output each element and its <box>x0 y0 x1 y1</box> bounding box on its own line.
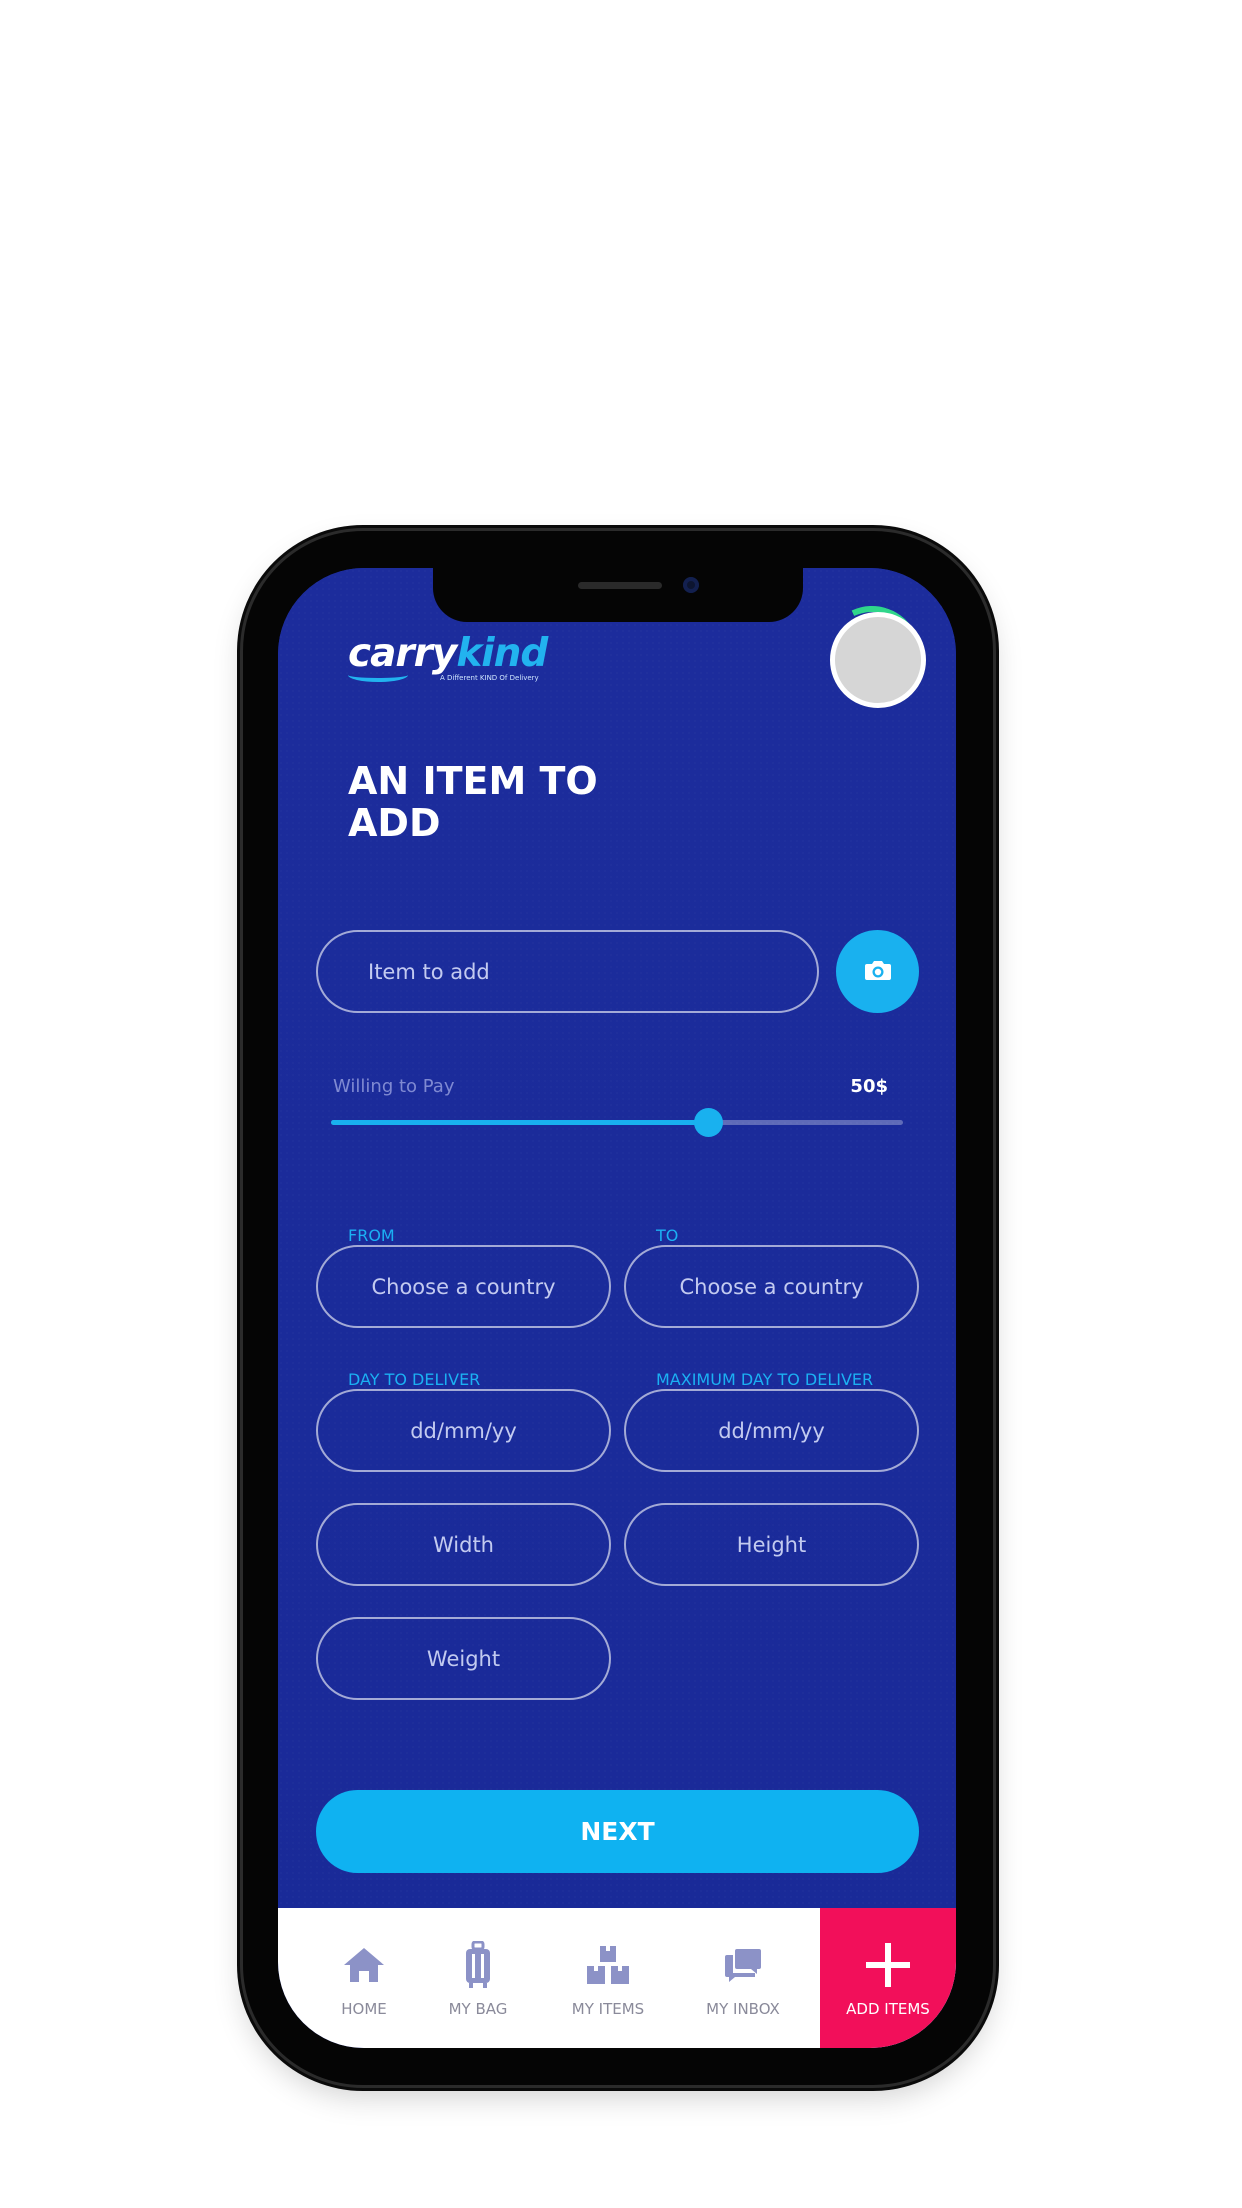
home-icon <box>342 1942 386 1988</box>
tab-my-bag-label: MY BAG <box>448 2000 508 2018</box>
tab-my-items[interactable]: MY ITEMS <box>558 1908 658 2048</box>
from-label: FROM <box>348 1226 395 1245</box>
tab-my-items-label: MY ITEMS <box>571 2000 645 2018</box>
tab-add-items-label: ADD ITEMS <box>846 2000 930 2018</box>
maximum-day-placeholder: dd/mm/yy <box>718 1418 825 1443</box>
tab-my-inbox[interactable]: MY INBOX <box>688 1908 798 2048</box>
item-input[interactable]: Item to add <box>316 930 819 1013</box>
width-input[interactable]: Width <box>316 1503 611 1586</box>
day-to-deliver-input[interactable]: dd/mm/yy <box>316 1389 611 1472</box>
app-screen: carrykind A Different KIND Of Delivery A… <box>278 568 956 2048</box>
day-to-deliver-placeholder: dd/mm/yy <box>410 1418 517 1443</box>
tab-add-items[interactable]: ADD ITEMS <box>820 1908 956 2048</box>
phone-frame: carrykind A Different KIND Of Delivery A… <box>243 531 993 2085</box>
front-camera <box>683 577 699 593</box>
plus-icon <box>864 1942 912 1988</box>
pay-slider-thumb[interactable] <box>694 1108 724 1137</box>
height-placeholder: Height <box>736 1532 807 1557</box>
luggage-icon <box>463 1941 493 1988</box>
day-to-deliver-label: DAY TO DELIVER <box>348 1370 481 1389</box>
notch <box>433 568 803 622</box>
item-input-placeholder: Item to add <box>368 959 490 984</box>
next-button[interactable]: NEXT <box>316 1790 919 1873</box>
to-country-placeholder: Choose a country <box>679 1274 864 1299</box>
height-input[interactable]: Height <box>624 1503 919 1586</box>
to-label: TO <box>656 1226 679 1245</box>
tab-home[interactable]: HOME <box>320 1908 408 2048</box>
logo-swoosh <box>348 668 408 682</box>
pay-slider-fill <box>331 1120 709 1125</box>
logo-kind: kind <box>456 631 548 676</box>
willing-to-pay-value: 50$ <box>850 1076 888 1097</box>
from-country-select[interactable]: Choose a country <box>316 1245 611 1328</box>
tab-home-label: HOME <box>341 2000 387 2018</box>
from-country-placeholder: Choose a country <box>371 1274 556 1299</box>
chat-icon <box>723 1942 763 1988</box>
avatar[interactable] <box>830 612 926 708</box>
willing-to-pay-label: Willing to Pay <box>333 1076 455 1097</box>
width-placeholder: Width <box>432 1532 494 1557</box>
logo-tagline: A Different KIND Of Delivery <box>440 674 539 682</box>
maximum-day-label: MAXIMUM DAY TO DELIVER <box>656 1370 874 1389</box>
camera-button[interactable] <box>836 930 919 1013</box>
maximum-day-input[interactable]: dd/mm/yy <box>624 1389 919 1472</box>
tab-my-bag[interactable]: MY BAG <box>434 1908 522 2048</box>
bottom-nav: HOME MY BAG MY ITEMS MY INBOX ADD ITEMS <box>278 1908 956 2048</box>
page-title: AN ITEM TO ADD <box>348 759 598 845</box>
boxes-icon <box>586 1942 630 1988</box>
tab-my-inbox-label: MY INBOX <box>706 2000 780 2018</box>
app-logo: carrykind A Different KIND Of Delivery <box>348 631 548 682</box>
to-country-select[interactable]: Choose a country <box>624 1245 919 1328</box>
speaker <box>578 582 662 589</box>
weight-placeholder: Weight <box>426 1646 501 1671</box>
weight-input[interactable]: Weight <box>316 1617 611 1700</box>
camera-icon <box>864 959 892 985</box>
